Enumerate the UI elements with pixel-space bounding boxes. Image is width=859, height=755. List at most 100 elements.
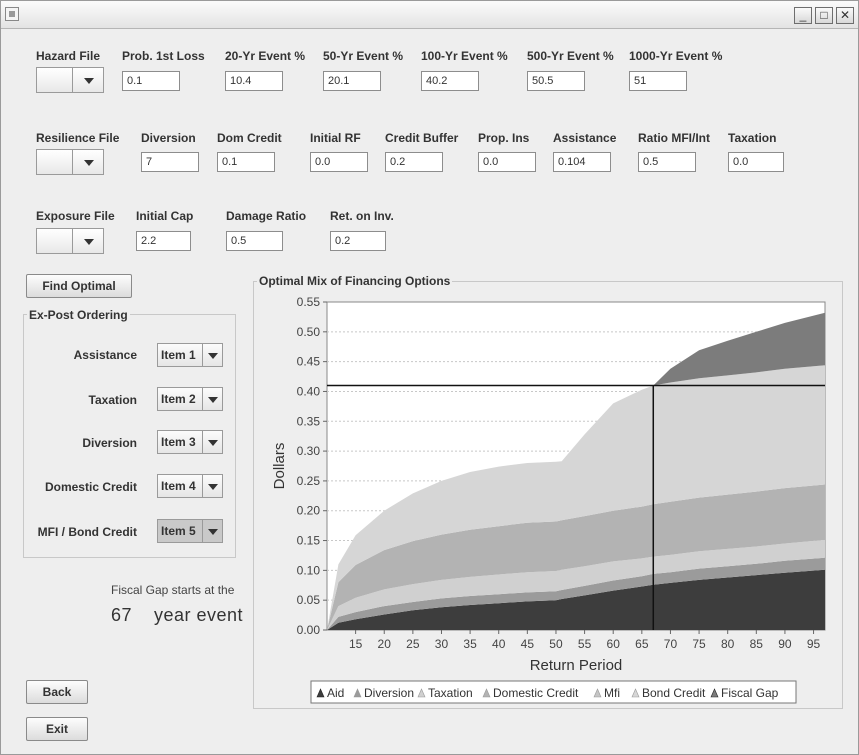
x-tick-label: 70 [664,637,678,651]
order-dropdown-taxation[interactable]: Item 2 [157,387,223,411]
legend-label-domestic-credit: Domestic Credit [493,686,579,700]
order-label-mfi-bond-credit: MFI / Bond Credit [37,525,137,539]
taxation-label: Taxation [728,131,777,145]
event-20yr-label: 20-Yr Event % [225,49,306,63]
y-tick-label: 0.55 [297,295,321,309]
initial-cap-input[interactable]: 2.2 [136,231,191,251]
exit-button[interactable]: Exit [26,717,88,741]
fiscal-gap-caption: Fiscal Gap starts at the [111,583,235,597]
legend-label-aid: Aid [327,686,344,700]
y-tick-label: 0.35 [297,414,321,428]
taxation-input[interactable]: 0.0 [728,152,784,172]
app-window: _ □ ✕ Hazard File Prob. 1st Loss 0.1 20-… [0,0,859,755]
order-dropdown-domestic-credit[interactable]: Item 4 [157,474,223,498]
x-tick-label: 60 [607,637,621,651]
damage-ratio-label: Damage Ratio [226,209,307,223]
prop-ins-label: Prop. Ins [478,131,530,145]
y-tick-label: 0.10 [297,563,321,577]
ex-post-ordering-title: Ex-Post Ordering [27,308,130,322]
ret-on-inv-input[interactable]: 0.2 [330,231,386,251]
find-optimal-button[interactable]: Find Optimal [26,274,132,298]
dom-credit-label: Dom Credit [217,131,282,145]
event-100yr-input[interactable]: 40.2 [421,71,479,91]
x-tick-label: 95 [807,637,821,651]
close-button[interactable]: ✕ [836,7,854,24]
initial-rf-input[interactable]: 0.0 [310,152,368,172]
assistance-label: Assistance [553,131,617,145]
fiscal-gap-year-number: 67 [111,605,133,625]
x-tick-label: 75 [692,637,706,651]
order-label-diversion: Diversion [82,436,137,450]
event-1000yr-input[interactable]: 51 [629,71,687,91]
event-50yr-input[interactable]: 20.1 [323,71,381,91]
chevron-down-icon [84,160,94,166]
legend-label-mfi: Mfi [604,686,620,700]
x-tick-label: 80 [721,637,735,651]
y-tick-label: 0.25 [297,474,321,488]
fiscal-gap-year-suffix: year event [154,605,244,625]
x-tick-label: 45 [521,637,535,651]
chevron-down-icon [208,440,218,446]
ratio-mfi-int-input[interactable]: 0.5 [638,152,696,172]
resilience-file-dropdown[interactable] [36,149,104,175]
legend-label-bond-credit: Bond Credit [642,686,706,700]
legend-label-fiscal-gap: Fiscal Gap [721,686,779,700]
y-tick-label: 0.15 [297,534,321,548]
ratio-mfi-int-label: Ratio MFI/Int [638,131,710,145]
x-tick-label: 50 [549,637,563,651]
hazard-file-label: Hazard File [36,49,101,63]
event-50yr-label: 50-Yr Event % [323,49,404,63]
order-dropdown-diversion[interactable]: Item 3 [157,430,223,454]
x-tick-label: 20 [378,637,392,651]
event-100yr-label: 100-Yr Event % [421,49,508,63]
x-tick-label: 25 [406,637,420,651]
x-tick-label: 35 [463,637,477,651]
prop-ins-input[interactable]: 0.0 [478,152,536,172]
y-tick-label: 0.20 [297,504,321,518]
legend-label-taxation: Taxation [428,686,473,700]
y-tick-label: 0.05 [297,593,321,607]
damage-ratio-input[interactable]: 0.5 [226,231,283,251]
y-tick-label: 0.30 [297,444,321,458]
event-500yr-input[interactable]: 50.5 [527,71,585,91]
chevron-down-icon [84,78,94,84]
hazard-file-dropdown[interactable] [36,67,104,93]
diversion-input[interactable]: 7 [141,152,199,172]
event-500yr-label: 500-Yr Event % [527,49,614,63]
initial-cap-label: Initial Cap [136,209,194,223]
y-tick-label: 0.45 [297,355,321,369]
order-label-assistance: Assistance [73,348,137,362]
dom-credit-input[interactable]: 0.1 [217,152,275,172]
chevron-down-icon [208,484,218,490]
chevron-down-icon [208,529,218,535]
order-label-domestic-credit: Domestic Credit [44,480,137,494]
minimize-button[interactable]: _ [794,7,812,24]
chevron-down-icon [84,239,94,245]
y-tick-label: 0.00 [297,623,321,637]
chart-panel: 0.00 0.05 0.10 0.15 0.20 0.25 0.30 0.35 0.40 0.45… [253,281,843,709]
maximize-button[interactable]: □ [815,7,833,24]
x-tick-label: 15 [349,637,363,651]
chevron-down-icon [208,353,218,359]
y-tick-label: 0.50 [297,325,321,339]
exposure-file-dropdown[interactable] [36,228,104,254]
java-app-icon [5,7,19,21]
back-button[interactable]: Back [26,680,88,704]
event-20yr-input[interactable]: 10.4 [225,71,283,91]
initial-rf-label: Initial RF [310,131,361,145]
resilience-file-label: Resilience File [36,131,120,145]
credit-buffer-input[interactable]: 0.2 [385,152,443,172]
diversion-label: Diversion [141,131,196,145]
order-dropdown-mfi-bond-credit[interactable]: Item 5 [157,519,223,543]
ret-on-inv-label: Ret. on Inv. [330,209,394,223]
prob-first-loss-input[interactable]: 0.1 [122,71,180,91]
prob-first-loss-label: Prob. 1st Loss [122,49,205,63]
chevron-down-icon [208,397,218,403]
x-tick-label: 55 [578,637,592,651]
financing-mix-chart: 0.00 0.05 0.10 0.15 0.20 0.25 0.30 0.35 0.40 0.45… [271,295,826,704]
assistance-input[interactable]: 0.104 [553,152,611,172]
order-dropdown-assistance[interactable]: Item 1 [157,343,223,367]
exposure-file-label: Exposure File [36,209,115,223]
x-tick-label: 65 [635,637,649,651]
x-tick-label: 40 [492,637,506,651]
